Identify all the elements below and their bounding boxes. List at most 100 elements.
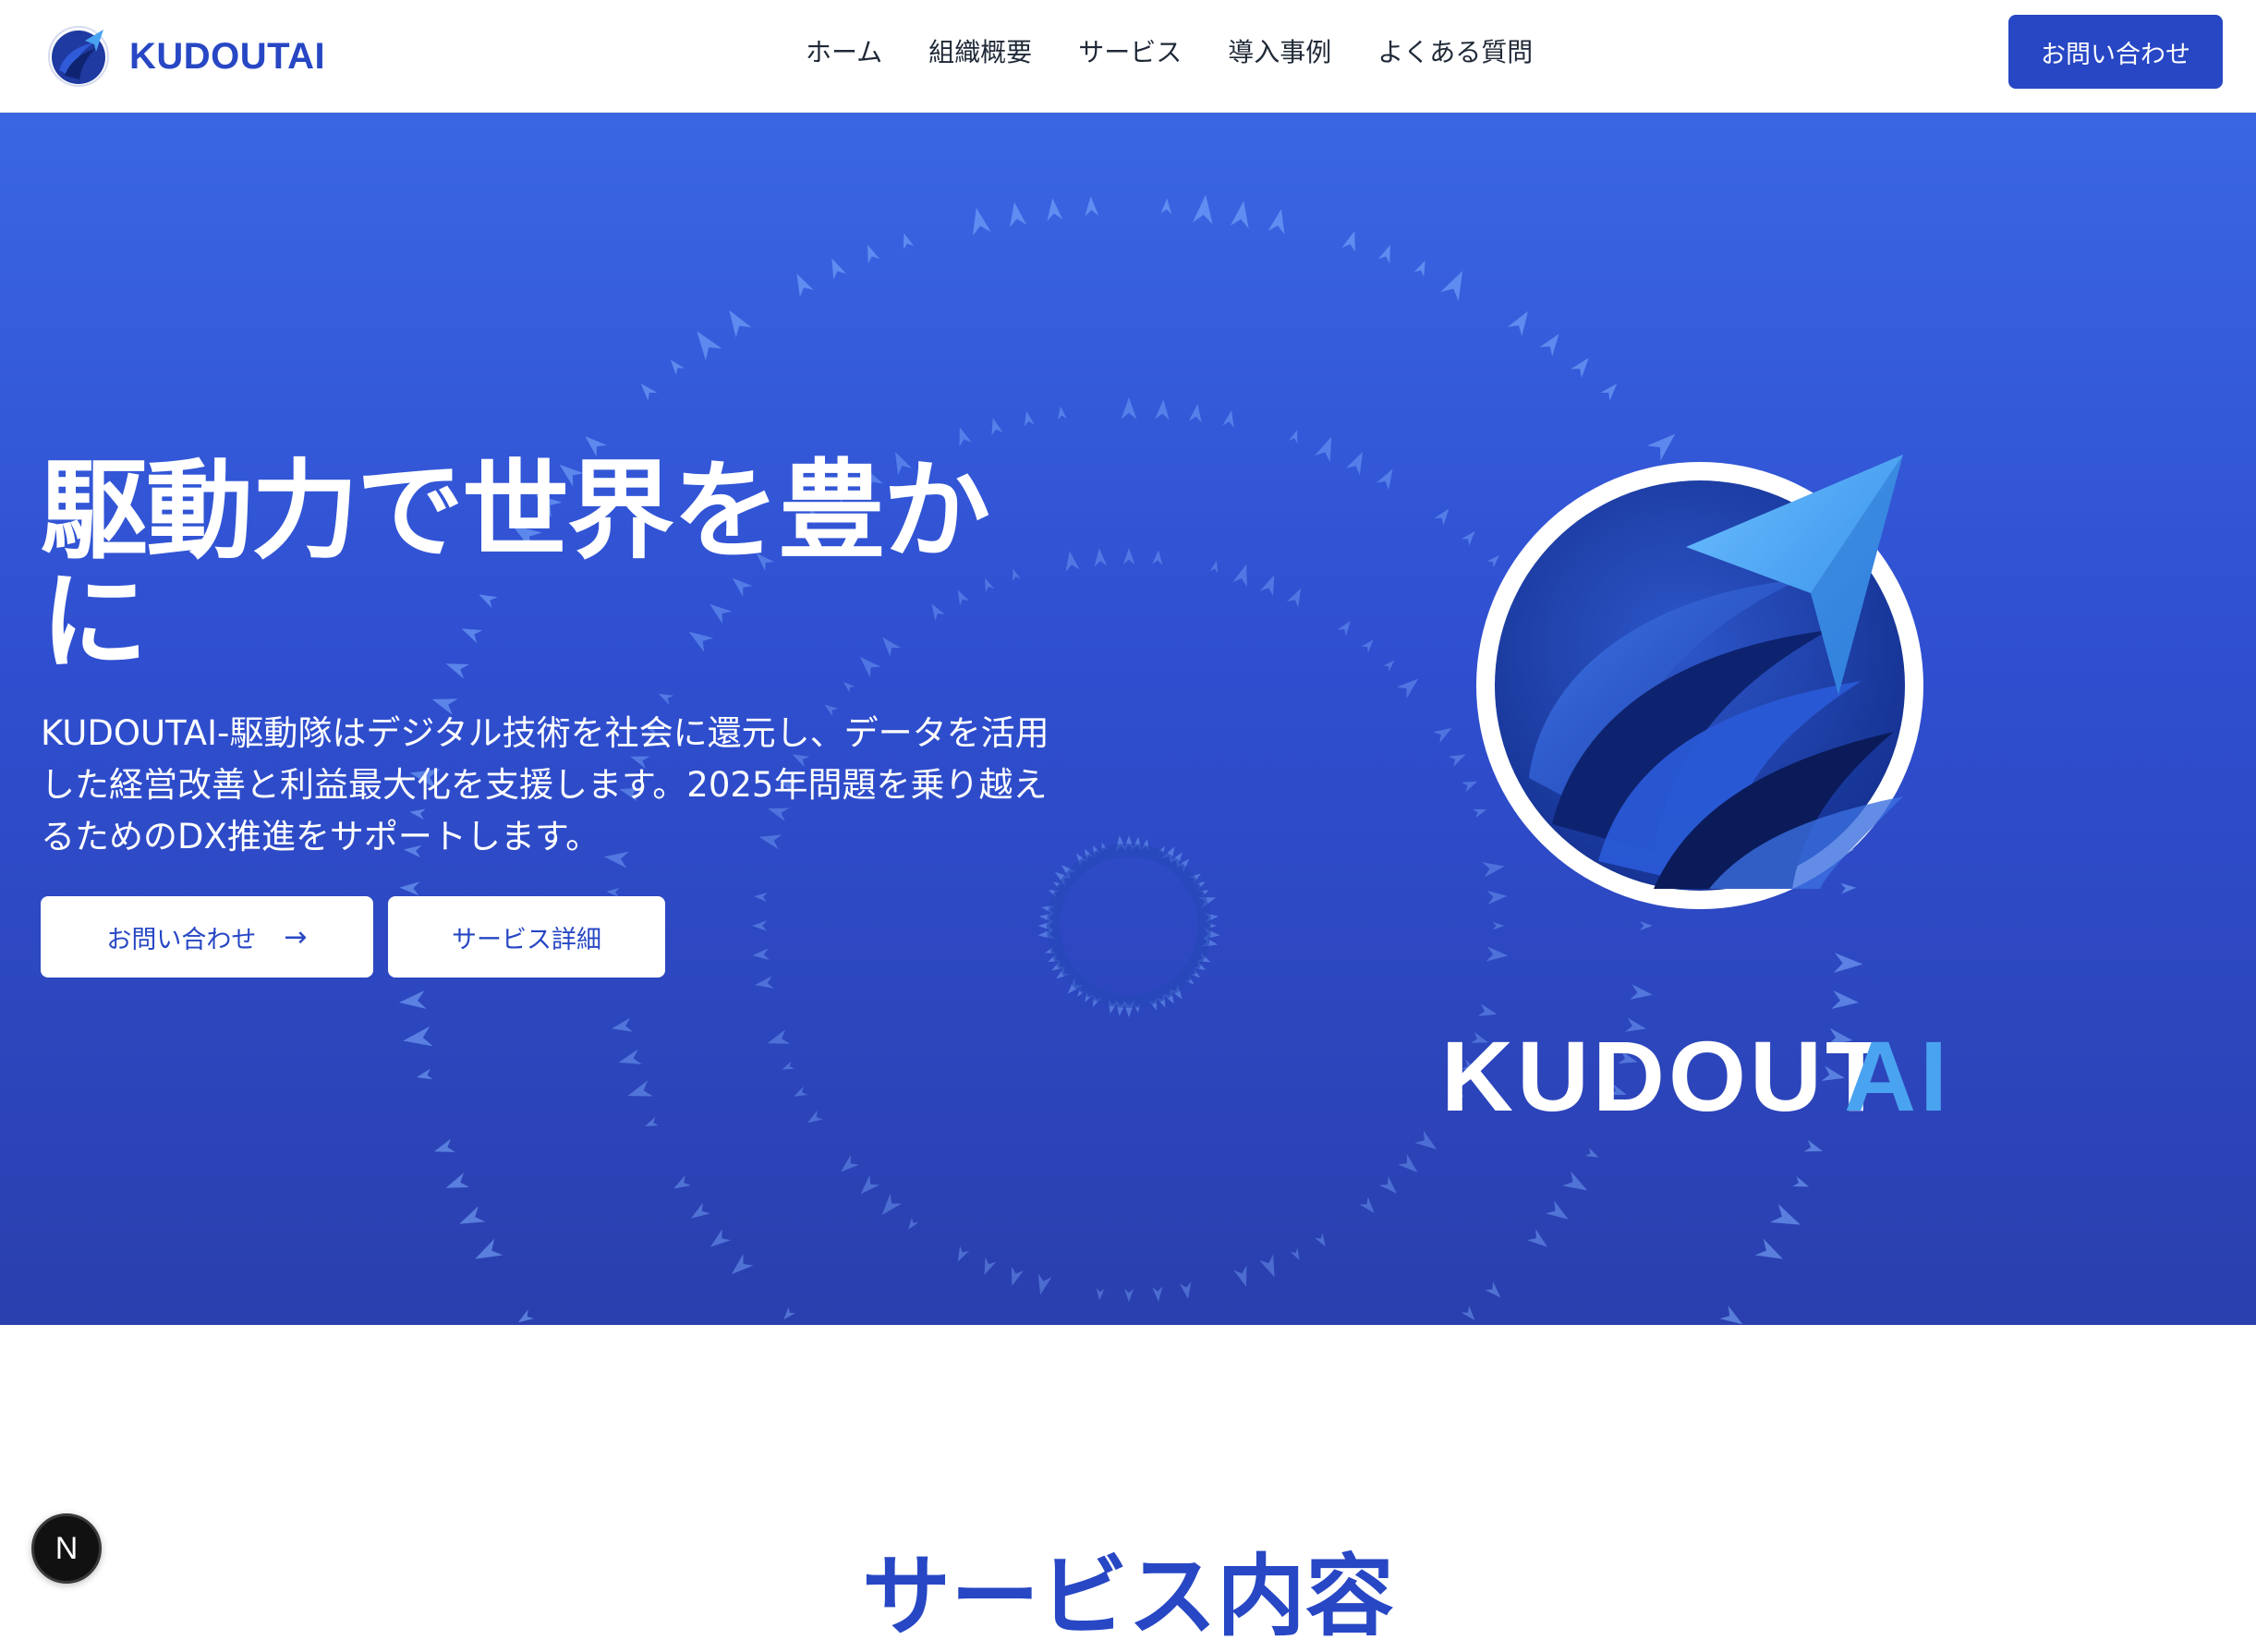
decorative-arrowhead: [1259, 1254, 1275, 1278]
decorative-arrowhead: [1461, 1306, 1475, 1321]
decorative-arrowhead: [612, 1017, 634, 1032]
decorative-arrowhead: [1122, 548, 1135, 565]
decorative-arrowhead: [1562, 1171, 1588, 1191]
decorative-arrowhead: [459, 1206, 486, 1224]
hero-contact-label: お問い合わせ: [106, 925, 257, 954]
decorative-arrowhead: [1286, 588, 1302, 608]
decorative-arrowhead: [1233, 1265, 1247, 1287]
decorative-arrowhead: [1085, 196, 1099, 217]
decorative-arrowhead: [1152, 550, 1163, 565]
decorative-arrowhead: [1803, 1139, 1823, 1152]
brand-logo-icon: [48, 26, 109, 87]
decorative-arrowhead: [399, 881, 420, 896]
decorative-arrowhead: [755, 976, 774, 989]
decorative-arrowhead: [1314, 436, 1332, 463]
decorative-arrowhead: [1398, 1154, 1418, 1172]
decorative-arrowhead: [1337, 620, 1351, 637]
decorative-arrowhead: [398, 990, 427, 1010]
main-nav: ホーム 組織概要 サービス 導入事例 よくある質問: [806, 28, 1533, 74]
decorative-arrowhead: [1440, 271, 1463, 301]
header-contact-button[interactable]: お問い合わせ: [2008, 15, 2223, 89]
nav-item-faq[interactable]: よくある質問: [1377, 32, 1533, 69]
decorative-arrowhead: [1769, 1203, 1801, 1225]
decorative-arrowhead: [754, 893, 768, 903]
decorative-arrowhead: [1545, 1200, 1569, 1220]
decorative-arrowhead: [831, 258, 846, 280]
decorative-arrowhead: [807, 1110, 823, 1124]
decorative-arrowhead: [1526, 1229, 1548, 1247]
decorative-arrowhead: [1539, 334, 1559, 357]
decorative-arrowhead: [1230, 200, 1249, 229]
decorative-arrowhead: [1188, 403, 1202, 423]
dev-tools-badge[interactable]: N: [31, 1513, 102, 1584]
decorative-arrowhead: [710, 1229, 732, 1247]
hero-description: KUDOUTAI-駆動隊はデジタル技術を社会に還元し、データを活用した経営改善と…: [41, 713, 1049, 856]
decorative-arrowhead: [433, 1138, 455, 1152]
logo-text-accent: AI: [1844, 1020, 1951, 1120]
nav-item-services[interactable]: サービス: [1078, 32, 1182, 69]
decorative-arrowhead: [783, 1306, 796, 1320]
decorative-arrowhead: [1121, 397, 1137, 419]
decorative-arrowhead: [1289, 430, 1298, 443]
nav-item-about[interactable]: 組織概要: [928, 32, 1032, 69]
hero-actions: お問い合わせ → サービス詳細: [41, 896, 665, 978]
decorative-arrowhead: [1341, 230, 1355, 252]
decorative-arrowhead: [881, 1193, 903, 1216]
hero-services-button[interactable]: サービス詳細: [388, 896, 665, 978]
decorative-arrowhead: [1376, 468, 1393, 491]
decorative-arrowhead: [1485, 1282, 1501, 1298]
decorative-arrowhead: [1290, 1247, 1300, 1261]
decorative-arrowhead: [1414, 1130, 1437, 1149]
site-header: KUDOUTAI ホーム 組織概要 サービス 導入事例 よくある質問 お問い合わ…: [0, 0, 2256, 113]
decorative-arrowhead: [1179, 1282, 1192, 1299]
nav-item-home[interactable]: ホーム: [806, 32, 882, 69]
decorative-center-ring: [1047, 844, 1211, 1008]
decorative-arrowhead: [1024, 410, 1035, 427]
decorative-arrowhead: [1222, 409, 1234, 428]
decorative-arrowhead: [658, 693, 674, 705]
decorative-arrowhead: [794, 1086, 808, 1097]
decorative-arrowhead: [1377, 244, 1390, 264]
hero-title: 駆動力で世界を豊かに: [41, 449, 990, 685]
decorative-arrowhead: [972, 207, 991, 237]
decorative-arrowhead: [1719, 1306, 1743, 1325]
decorative-arrowhead: [1057, 406, 1067, 420]
hero-contact-button[interactable]: お問い合わせ →: [41, 896, 373, 978]
decorative-arrowhead: [904, 233, 915, 250]
decorative-arrowhead: [1314, 1233, 1326, 1247]
decorative-arrowhead: [751, 920, 768, 931]
decorative-arrowhead: [1065, 551, 1080, 572]
decorative-arrowhead: [841, 1155, 859, 1172]
decorative-arrowhead: [1232, 564, 1247, 588]
decorative-arrowhead: [416, 1068, 433, 1080]
decorative-arrowhead: [843, 682, 855, 693]
decorative-arrowhead: [1361, 639, 1374, 653]
brand-name: KUDOUTAI: [129, 35, 326, 77]
decorative-arrowhead: [1160, 198, 1172, 214]
decorative-arrowhead: [627, 1080, 653, 1097]
decorative-arrowhead: [697, 331, 722, 361]
decorative-arrowhead: [959, 427, 972, 447]
decorative-arrowhead: [618, 1049, 642, 1064]
decorative-arrowhead: [673, 1175, 691, 1189]
decorative-arrowhead: [445, 1172, 470, 1188]
decorative-arrowhead: [645, 1117, 659, 1126]
decorative-arrowhead: [691, 1202, 710, 1219]
decorative-arrowhead: [1047, 198, 1063, 222]
services-section-title: サービス内容: [862, 1545, 1394, 1648]
decorative-arrowhead: [796, 273, 814, 298]
decorative-arrowhead: [1096, 1288, 1105, 1301]
decorative-arrowhead: [1754, 1238, 1783, 1259]
nav-item-cases[interactable]: 導入事例: [1228, 32, 1331, 69]
decorative-arrowhead: [731, 1253, 754, 1275]
decorative-arrowhead: [475, 1238, 503, 1259]
brand-link[interactable]: KUDOUTAI: [46, 21, 325, 91]
decorative-arrowhead: [1267, 209, 1285, 235]
decorative-arrowhead: [782, 1061, 794, 1070]
decorative-arrowhead: [1571, 358, 1589, 378]
decorative-arrowhead: [991, 418, 1003, 436]
decorative-arrowhead: [984, 1257, 997, 1275]
decorative-arrowhead: [1413, 260, 1425, 277]
decorative-arrowhead: [1037, 1273, 1052, 1295]
decorative-arrowhead: [1155, 399, 1170, 420]
